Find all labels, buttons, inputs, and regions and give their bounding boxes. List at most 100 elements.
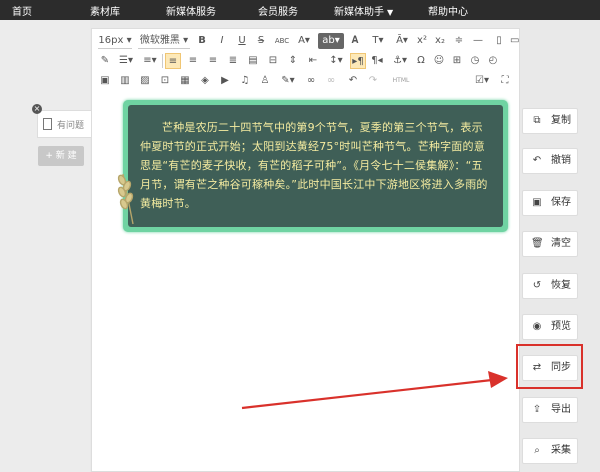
copy-icon: ⧉ xyxy=(533,115,541,126)
redo-arrow-icon[interactable]: ↷ xyxy=(366,73,380,89)
insert-image-icon[interactable]: ⊡ xyxy=(158,73,172,89)
align-center-icon[interactable]: ≡ xyxy=(186,53,200,69)
eraser-icon[interactable]: ✎ xyxy=(98,53,112,69)
font-family-select[interactable]: 微软雅黑 ▾ xyxy=(138,33,190,49)
image-placeholder-icon[interactable]: ⊞ xyxy=(450,53,464,69)
preview-label: 预览 xyxy=(551,321,571,332)
ltr-icon[interactable]: ¶◂ xyxy=(370,53,384,69)
html-source-button[interactable]: HTML xyxy=(388,73,414,89)
font-color-label: A xyxy=(298,35,305,46)
chevron-down-icon: ▼ xyxy=(387,8,394,17)
music-icon[interactable]: ♫ xyxy=(238,73,252,89)
toolbar-row-1: 16px ▾ 微软雅黑 ▾ B I U S̶ ABC A▾ ab▾ 𝐀 T▾ Ā… xyxy=(92,30,519,52)
map-icon[interactable]: ◈ xyxy=(198,73,212,89)
list-icon[interactable]: ≡▾ xyxy=(140,53,160,69)
paint-icon[interactable]: ✎▾ xyxy=(278,73,298,89)
paragraph-spacing-icon[interactable]: ⇕ xyxy=(286,53,300,69)
toolbar-row-2: ✎ ☰▾ ≡▾ ≡ ≡ ≡ ≣ ▤ ⊟ ⇕ ⇤ ↕▾ ▸¶ ¶◂ ⚓▾ Ω ☺ … xyxy=(92,50,519,72)
date-icon[interactable]: ◷ xyxy=(468,53,482,69)
nav-member-service[interactable]: 会员服务 xyxy=(258,3,298,18)
top-nav: 首页 素材库 新媒体服务 会员服务 新媒体助手 ▼ 帮助中心 xyxy=(0,0,600,20)
format-brush-icon[interactable]: ♙ xyxy=(258,73,272,89)
align-right-icon[interactable]: ≡ xyxy=(206,53,220,69)
more-icon[interactable]: ▭ xyxy=(510,33,519,49)
image-icon[interactable]: ▣ xyxy=(98,73,112,89)
undo-arrow-icon[interactable]: ↶ xyxy=(346,73,360,89)
template-icon[interactable]: ▦ xyxy=(178,73,192,89)
bold-button[interactable]: B xyxy=(195,33,209,49)
table-icon[interactable]: ⊟ xyxy=(266,53,280,69)
multi-image-icon[interactable]: ▥ xyxy=(118,73,132,89)
unlink-icon[interactable]: ∞ xyxy=(324,73,338,89)
document-tab[interactable]: 有问题 xyxy=(37,110,93,138)
link-icon[interactable]: ∞ xyxy=(304,73,318,89)
time-icon[interactable]: ◴ xyxy=(486,53,500,69)
article-card[interactable]: 芒种是农历二十四节气中的第9个节气，夏季的第三个节气，表示仲夏时节的正式开始；太… xyxy=(128,105,503,227)
clear-button[interactable]: 🗑 清空 xyxy=(522,231,578,257)
distribute-icon[interactable]: ▤ xyxy=(246,53,260,69)
emoji-icon[interactable]: ☺ xyxy=(432,53,446,69)
style-icon[interactable]: ☑▾ xyxy=(472,73,492,89)
article-text[interactable]: 芒种是农历二十四节气中的第9个节气，夏季的第三个节气，表示仲夏时节的正式开始；太… xyxy=(140,118,492,213)
gallery-icon[interactable]: ▨ xyxy=(138,73,152,89)
align-left-icon[interactable]: ≡ xyxy=(165,53,181,69)
indent-icon[interactable]: ☰▾ xyxy=(116,53,136,69)
left-pane xyxy=(0,20,90,472)
line-height-icon[interactable]: ≑ xyxy=(452,33,466,49)
heading-icon[interactable]: 𝐀 xyxy=(348,33,362,49)
rtl-icon[interactable]: ▸¶ xyxy=(350,53,366,69)
nav-new-media-service[interactable]: 新媒体服务 xyxy=(166,3,216,18)
copy-label: 复制 xyxy=(551,115,571,126)
letter-spacing-icon[interactable]: ↕▾ xyxy=(326,53,346,69)
eye-icon: ◉ xyxy=(532,321,542,332)
new-page-icon[interactable]: ▯ xyxy=(492,33,506,49)
horizontal-rule-icon[interactable]: — xyxy=(472,33,484,49)
font-size-value: 16px xyxy=(98,35,124,46)
fullscreen-icon[interactable]: ⛶ xyxy=(498,73,512,89)
undo-label: 撤销 xyxy=(551,155,571,166)
text-case-button[interactable]: ABC xyxy=(272,33,292,49)
export-button[interactable]: ⇪ 导出 xyxy=(522,397,578,423)
save-icon: ▣ xyxy=(532,197,542,208)
nav-help-center[interactable]: 帮助中心 xyxy=(428,3,468,18)
superscript-icon[interactable]: x² xyxy=(415,33,429,49)
anchor-icon[interactable]: ⚓▾ xyxy=(390,53,410,69)
nav-home[interactable]: 首页 xyxy=(12,3,32,18)
video-icon[interactable]: ▶ xyxy=(218,73,232,89)
underline-button[interactable]: U xyxy=(235,33,249,49)
nav-material-library[interactable]: 素材库 xyxy=(90,3,120,18)
search-icon: ⌕ xyxy=(534,445,540,456)
clear-format-icon[interactable]: Ā▾ xyxy=(392,33,412,49)
copy-button[interactable]: ⧉ 复制 xyxy=(522,108,578,134)
italic-button[interactable]: I xyxy=(215,33,229,49)
highlight-color-button[interactable]: ab▾ xyxy=(318,33,344,49)
wheat-decoration-icon xyxy=(117,173,134,225)
text-format-icon[interactable]: T▾ xyxy=(368,33,388,49)
clear-label: 清空 xyxy=(551,238,571,249)
export-label: 导出 xyxy=(551,404,571,415)
new-document-button[interactable]: + 新 建 xyxy=(38,146,84,166)
first-line-indent-icon[interactable]: ⇤ xyxy=(306,53,320,69)
subscript-icon[interactable]: x₂ xyxy=(433,33,447,49)
undo-button[interactable]: ↶ 撤销 xyxy=(522,148,578,174)
collect-button[interactable]: ⌕ 采集 xyxy=(522,438,578,464)
restore-button[interactable]: ↺ 恢复 xyxy=(522,273,578,299)
nav-new-media-assistant[interactable]: 新媒体助手 ▼ xyxy=(334,3,393,18)
save-label: 保存 xyxy=(551,197,571,208)
font-size-select[interactable]: 16px ▾ xyxy=(98,33,132,49)
toolbar-row-3: ▣ ▥ ▨ ⊡ ▦ ◈ ▶ ♫ ♙ ✎▾ ∞ ∞ ↶ ↷ HTML ☑▾ ⛶ xyxy=(92,70,519,92)
trash-icon: 🗑 xyxy=(531,238,544,249)
export-icon: ⇪ xyxy=(532,404,542,415)
editor-area[interactable]: 16px ▾ 微软雅黑 ▾ B I U S̶ ABC A▾ ab▾ 𝐀 T▾ Ā… xyxy=(91,28,520,472)
save-button[interactable]: ▣ 保存 xyxy=(522,190,578,216)
collect-label: 采集 xyxy=(551,445,571,456)
align-justify-icon[interactable]: ≣ xyxy=(226,53,240,69)
strikethrough-icon[interactable]: S̶ xyxy=(254,33,268,49)
undo-icon: ↶ xyxy=(532,155,542,166)
font-color-button[interactable]: A▾ xyxy=(294,33,314,49)
close-icon[interactable]: × xyxy=(32,104,42,114)
highlight-box xyxy=(516,344,583,389)
preview-button[interactable]: ◉ 预览 xyxy=(522,314,578,340)
font-family-value: 微软雅黑 xyxy=(139,35,180,46)
special-char-button[interactable]: Ω xyxy=(414,53,428,69)
